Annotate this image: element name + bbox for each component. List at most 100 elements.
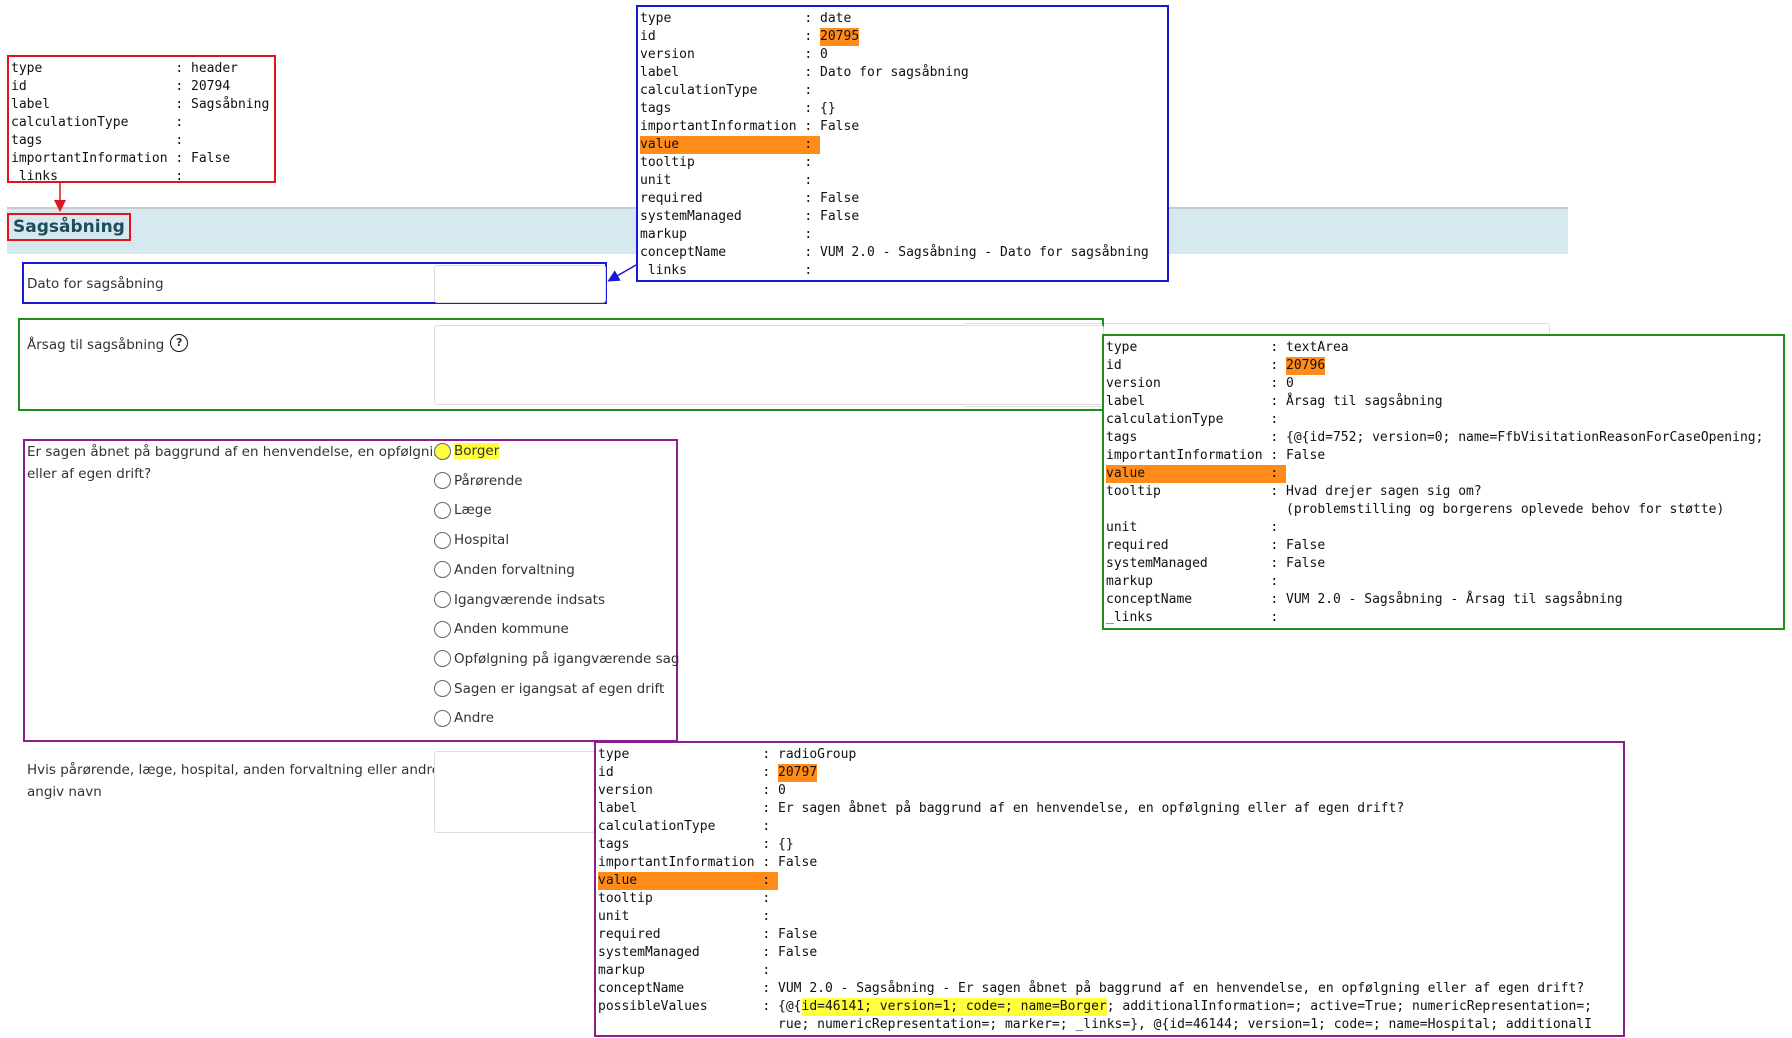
radio-option[interactable]: Opfølgning på igangværende sag bbox=[434, 648, 680, 670]
panel-key: label bbox=[598, 801, 638, 816]
panel-row: version: 0 bbox=[598, 782, 1621, 800]
panel-row: tooltip: bbox=[598, 890, 1621, 908]
panel-separator: : bbox=[1270, 592, 1287, 607]
help-icon[interactable]: ? bbox=[170, 334, 189, 352]
panel-key: id bbox=[598, 765, 614, 780]
radio-option[interactable]: Andre bbox=[434, 707, 494, 729]
panel-separator: : bbox=[804, 245, 821, 260]
panel-key: _links bbox=[1106, 610, 1153, 625]
radio-option[interactable]: Sagen er igangsat af egen drift bbox=[434, 678, 664, 700]
panel-row: id: 20797 bbox=[598, 764, 1621, 782]
panel-key: markup bbox=[640, 227, 687, 242]
panel-separator: : bbox=[804, 209, 821, 224]
radio-circle-icon[interactable] bbox=[434, 680, 451, 698]
panel-value: {@{id=752; version=0; name=FfbVisitation… bbox=[1286, 430, 1764, 445]
panel-row: _links: bbox=[1106, 609, 1781, 627]
question-label-line2: eller af egen drift? bbox=[27, 466, 152, 482]
panel-separator: : bbox=[804, 191, 821, 206]
radio-circle-icon[interactable] bbox=[434, 501, 451, 519]
radio-circle-icon[interactable] bbox=[434, 650, 451, 668]
panel-row: links: bbox=[11, 168, 272, 181]
panel-value: Årsag til sagsåbning bbox=[1286, 394, 1443, 409]
panel-value: header bbox=[191, 61, 238, 76]
panel-separator bbox=[1270, 501, 1286, 519]
panel-separator: : bbox=[1270, 538, 1287, 553]
radio-label: Borger bbox=[454, 443, 500, 459]
panel-value: False bbox=[778, 855, 818, 870]
radio-circle-icon[interactable] bbox=[434, 561, 451, 579]
panel-row: label: Sagsåbning bbox=[11, 96, 272, 114]
panel-key: value bbox=[598, 873, 638, 888]
panel-key: type bbox=[1106, 340, 1138, 355]
radio-option[interactable]: Igangværende indsats bbox=[434, 589, 605, 611]
panel-value: VUM 2.0 - Sagsåbning - Er sagen åbnet på… bbox=[778, 981, 1585, 996]
panel-row: type: header bbox=[11, 60, 272, 78]
panel-separator: : bbox=[804, 227, 821, 242]
radio-option[interactable]: Pårørende bbox=[434, 470, 523, 492]
panel-separator: : bbox=[175, 61, 192, 76]
panel-key: version bbox=[1106, 376, 1161, 391]
panel-value: Sagsåbning bbox=[191, 97, 270, 112]
reason-textarea[interactable] bbox=[434, 325, 1104, 405]
panel-separator: : bbox=[804, 155, 821, 170]
panel-row: tags: {@{id=752; version=0; name=FfbVisi… bbox=[1106, 429, 1781, 447]
panel-key: conceptName bbox=[640, 245, 727, 260]
radio-circle-icon[interactable] bbox=[434, 442, 451, 460]
panel-row: value: bbox=[1106, 465, 1781, 483]
panel-row: systemManaged: False bbox=[640, 208, 1165, 226]
date-input[interactable] bbox=[434, 265, 606, 303]
panel-value: 20796 bbox=[1286, 357, 1326, 375]
radio-circle-icon[interactable] bbox=[434, 472, 451, 490]
radio-option[interactable]: Anden forvaltning bbox=[434, 559, 575, 581]
panel-row: value: bbox=[598, 872, 1621, 890]
radio-circle-icon[interactable] bbox=[434, 709, 451, 727]
panel-row: unit: bbox=[598, 908, 1621, 926]
panel-row: version: 0 bbox=[1106, 375, 1781, 393]
panel-value: {} bbox=[778, 837, 794, 852]
panel-row: markup: bbox=[1106, 573, 1781, 591]
radio-option[interactable]: Anden kommune bbox=[434, 618, 569, 640]
radio-label: Igangværende indsats bbox=[454, 591, 605, 608]
panel-row: required: False bbox=[598, 926, 1621, 944]
radio-circle-icon[interactable] bbox=[434, 620, 451, 638]
panel-value: {} bbox=[820, 101, 836, 116]
radio-option[interactable]: Hospital bbox=[434, 529, 509, 551]
panel-key: id bbox=[1106, 358, 1122, 373]
panel-key: required bbox=[598, 927, 661, 942]
panel-separator: : bbox=[762, 801, 779, 816]
textarea-json-panel: type: textArea id: 20796 version: 0 label: … bbox=[1102, 334, 1785, 630]
panel-key: id bbox=[640, 29, 656, 44]
panel-row: importantInformation: False bbox=[598, 854, 1621, 872]
name-input[interactable] bbox=[434, 751, 606, 833]
date-label: Dato for sagsåbning bbox=[27, 276, 164, 292]
panel-value: Er sagen åbnet på baggrund af en henvend… bbox=[778, 801, 1405, 816]
radio-option[interactable]: Læge bbox=[434, 499, 492, 521]
panel-row: (problemstilling og borgerens oplevede b… bbox=[1106, 501, 1781, 519]
panel-key: systemManaged bbox=[598, 945, 700, 960]
panel-key: label bbox=[640, 65, 680, 80]
panel-value: False bbox=[191, 151, 231, 166]
panel-key: label bbox=[1106, 394, 1146, 409]
panel-row: tooltip: bbox=[640, 154, 1165, 172]
radio-circle-icon[interactable] bbox=[434, 591, 451, 608]
panel-key: tags bbox=[11, 133, 43, 148]
panel-separator: : bbox=[1270, 430, 1287, 445]
date-arrow bbox=[607, 264, 637, 282]
panel-separator: : bbox=[1270, 556, 1287, 571]
panel-separator: : bbox=[762, 765, 779, 780]
radio-option[interactable]: Borger bbox=[434, 440, 500, 462]
panel-row-possible-values-cont: rue; numericRepresentation=; marker=; _l… bbox=[598, 1016, 1621, 1034]
panel-row: label: Er sagen åbnet på baggrund af en … bbox=[598, 800, 1621, 818]
panel-separator: : bbox=[762, 783, 779, 798]
panel-key: links bbox=[640, 263, 687, 278]
panel-key: tooltip bbox=[640, 155, 695, 170]
panel-value: 20797 bbox=[778, 764, 818, 782]
panel-separator: : bbox=[1270, 376, 1287, 391]
panel-separator: : bbox=[762, 963, 779, 978]
panel-value: Hvad drejer sagen sig om? bbox=[1286, 484, 1482, 499]
radio-circle-icon[interactable] bbox=[434, 531, 451, 549]
panel-separator: : bbox=[1270, 574, 1287, 589]
panel-separator: : bbox=[762, 945, 779, 960]
panel-row: id: 20794 bbox=[11, 78, 272, 96]
panel-row: calculationType: bbox=[598, 818, 1621, 836]
